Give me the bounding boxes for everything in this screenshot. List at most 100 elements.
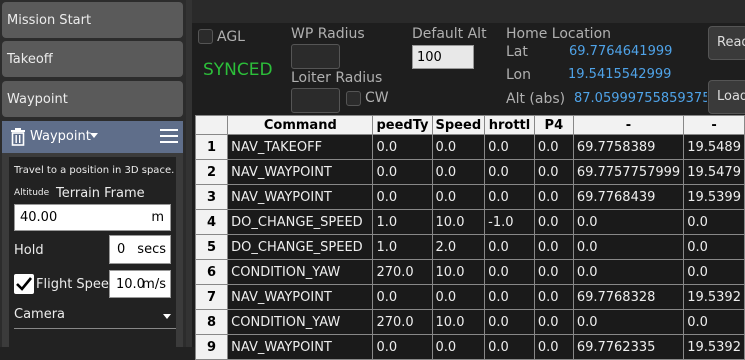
table-cell[interactable]: 0.0 bbox=[431, 334, 486, 360]
table-row[interactable]: 4 DO_CHANGE_SPEED 1.0 10.0 -1.0 0.0 0.0 0.0 bbox=[194, 209, 745, 235]
camera-section-toggle[interactable]: Camera bbox=[14, 307, 65, 322]
flight-speed-input[interactable]: 10.0 m/s bbox=[109, 270, 171, 298]
table-row[interactable]: 1 NAV_TAKEOFF 0.0 0.0 0.0 0.0 69.7758389 19.548… bbox=[194, 134, 745, 160]
row-number[interactable]: 1 bbox=[194, 134, 229, 160]
row-number[interactable]: 4 bbox=[194, 209, 229, 235]
chevron-down-icon[interactable] bbox=[90, 133, 98, 138]
table-row[interactable]: 8 CONDITION_YAW 270.0 10.0 0.0 0.0 0.0 0.0 bbox=[194, 309, 745, 335]
hamburger-menu-icon[interactable] bbox=[160, 129, 178, 143]
table-cell[interactable]: 19.5399 bbox=[683, 184, 745, 210]
table-cell[interactable]: NAV_WAYPOINT bbox=[227, 284, 374, 310]
table-cell[interactable]: 0.0 bbox=[372, 134, 433, 160]
table-cell[interactable]: 0.0 bbox=[533, 184, 574, 210]
table-cell[interactable]: NAV_WAYPOINT bbox=[227, 184, 374, 210]
table-cell[interactable]: 0.0 bbox=[484, 184, 535, 210]
mission-start-item[interactable]: Mission Start bbox=[2, 2, 183, 38]
load-button[interactable]: Load bbox=[708, 80, 745, 114]
table-row[interactable]: 3 NAV_WAYPOINT 0.0 0.0 0.0 0.0 69.7768439 19.53… bbox=[194, 184, 745, 210]
table-cell[interactable]: 19.5479 bbox=[683, 159, 745, 185]
table-cell[interactable]: 10.0 bbox=[431, 259, 486, 285]
table-cell[interactable]: 10.0 bbox=[431, 309, 486, 335]
table-cell[interactable]: 1.0 bbox=[372, 209, 433, 235]
table-cell[interactable]: 0.0 bbox=[683, 234, 745, 260]
table-cell[interactable]: 0.0 bbox=[533, 234, 574, 260]
table-row[interactable]: 5 DO_CHANGE_SPEED 1.0 2.0 0.0 0.0 0.0 0.0 bbox=[194, 234, 745, 260]
table-cell[interactable]: NAV_TAKEOFF bbox=[227, 134, 374, 160]
table-cell[interactable]: 0.0 bbox=[372, 159, 433, 185]
command-selector[interactable]: Waypoint bbox=[30, 129, 91, 144]
row-number[interactable]: 2 bbox=[194, 159, 229, 185]
table-cell[interactable]: 19.5392 bbox=[683, 284, 745, 310]
table-cell[interactable]: 0.0 bbox=[372, 184, 433, 210]
table-cell[interactable]: 270.0 bbox=[372, 259, 433, 285]
table-cell[interactable]: 1.0 bbox=[372, 234, 433, 260]
wp-radius-input[interactable] bbox=[291, 44, 340, 69]
loiter-radius-input[interactable] bbox=[291, 88, 340, 113]
table-cell[interactable]: 0.0 bbox=[484, 334, 535, 360]
table-cell[interactable]: 0.0 bbox=[572, 259, 685, 285]
table-cell[interactable]: 0.0 bbox=[533, 284, 574, 310]
row-number[interactable]: 7 bbox=[194, 284, 229, 310]
trash-icon[interactable] bbox=[10, 128, 26, 150]
table-cell[interactable]: 0.0 bbox=[484, 284, 535, 310]
altitude-input[interactable]: 40.00 m bbox=[14, 204, 171, 231]
table-cell[interactable]: 2.0 bbox=[431, 234, 486, 260]
flight-speed-checkbox[interactable] bbox=[14, 274, 34, 294]
column-header[interactable]: P4 bbox=[533, 115, 574, 135]
table-cell[interactable]: 0.0 bbox=[372, 284, 433, 310]
table-cell[interactable]: 0.0 bbox=[683, 259, 745, 285]
column-header[interactable]: Speed bbox=[431, 115, 486, 135]
waypoint-item[interactable]: Waypoint bbox=[2, 81, 183, 117]
table-cell[interactable]: -1.0 bbox=[484, 209, 535, 235]
table-cell[interactable]: 0.0 bbox=[431, 184, 486, 210]
table-cell[interactable]: 0.0 bbox=[484, 309, 535, 335]
column-header[interactable]: - bbox=[572, 115, 685, 135]
table-row[interactable]: 7 NAV_WAYPOINT 0.0 0.0 0.0 0.0 69.7768328 19.53… bbox=[194, 284, 745, 310]
table-cell[interactable]: NAV_WAYPOINT bbox=[227, 334, 374, 360]
table-cell[interactable]: 0.0 bbox=[484, 234, 535, 260]
default-alt-input[interactable]: 100 bbox=[412, 45, 474, 69]
column-header[interactable]: Command bbox=[227, 115, 374, 135]
table-cell[interactable]: 0.0 bbox=[683, 209, 745, 235]
table-cell[interactable]: 0.0 bbox=[431, 284, 486, 310]
table-cell[interactable]: 0.0 bbox=[533, 334, 574, 360]
table-cell[interactable]: 0.0 bbox=[431, 134, 486, 160]
table-cell[interactable]: 0.0 bbox=[572, 234, 685, 260]
column-header[interactable]: peedTy bbox=[372, 115, 433, 135]
column-header[interactable]: hrottl bbox=[484, 115, 535, 135]
table-cell[interactable]: 0.0 bbox=[533, 159, 574, 185]
table-cell[interactable]: 19.5489 bbox=[683, 134, 745, 160]
table-cell[interactable]: DO_CHANGE_SPEED bbox=[227, 209, 374, 235]
table-row[interactable]: 6 CONDITION_YAW 270.0 10.0 0.0 0.0 0.0 0.0 bbox=[194, 259, 745, 285]
table-cell[interactable]: 0.0 bbox=[572, 309, 685, 335]
hold-input[interactable]: 0 secs bbox=[109, 235, 171, 264]
altitude-frame-selector[interactable]: Terrain Frame bbox=[56, 186, 145, 201]
row-number[interactable]: 6 bbox=[194, 259, 229, 285]
read-button[interactable]: Read bbox=[708, 26, 745, 60]
table-row[interactable]: 9 NAV_WAYPOINT 0.0 0.0 0.0 0.0 69.7762335 19.53… bbox=[194, 334, 745, 360]
row-number[interactable]: 8 bbox=[194, 309, 229, 335]
table-cell[interactable]: 0.0 bbox=[533, 259, 574, 285]
table-cell[interactable]: 0.0 bbox=[372, 334, 433, 360]
agl-checkbox[interactable] bbox=[198, 29, 213, 44]
takeoff-item[interactable]: Takeoff bbox=[2, 41, 183, 77]
table-cell[interactable]: 69.7757757999 bbox=[572, 159, 685, 185]
table-cell[interactable]: 0.0 bbox=[572, 209, 685, 235]
table-cell[interactable]: 0.0 bbox=[533, 209, 574, 235]
table-row[interactable]: 2 NAV_WAYPOINT 0.0 0.0 0.0 0.0 69.7757757999 19… bbox=[194, 159, 745, 185]
table-cell[interactable]: CONDITION_YAW bbox=[227, 259, 374, 285]
table-cell[interactable]: 0.0 bbox=[683, 309, 745, 335]
table-cell[interactable]: 69.7758389 bbox=[572, 134, 685, 160]
row-number[interactable]: 3 bbox=[194, 184, 229, 210]
cw-checkbox[interactable] bbox=[346, 91, 361, 106]
table-cell[interactable]: DO_CHANGE_SPEED bbox=[227, 234, 374, 260]
chevron-down-icon[interactable] bbox=[163, 314, 171, 319]
row-number[interactable]: 5 bbox=[194, 234, 229, 260]
column-header[interactable] bbox=[194, 115, 229, 135]
row-number[interactable]: 9 bbox=[194, 334, 229, 360]
column-header[interactable]: - bbox=[683, 115, 745, 135]
table-cell[interactable]: NAV_WAYPOINT bbox=[227, 159, 374, 185]
table-cell[interactable]: 270.0 bbox=[372, 309, 433, 335]
table-cell[interactable]: 19.5392 bbox=[683, 334, 745, 360]
table-cell[interactable]: 0.0 bbox=[484, 134, 535, 160]
